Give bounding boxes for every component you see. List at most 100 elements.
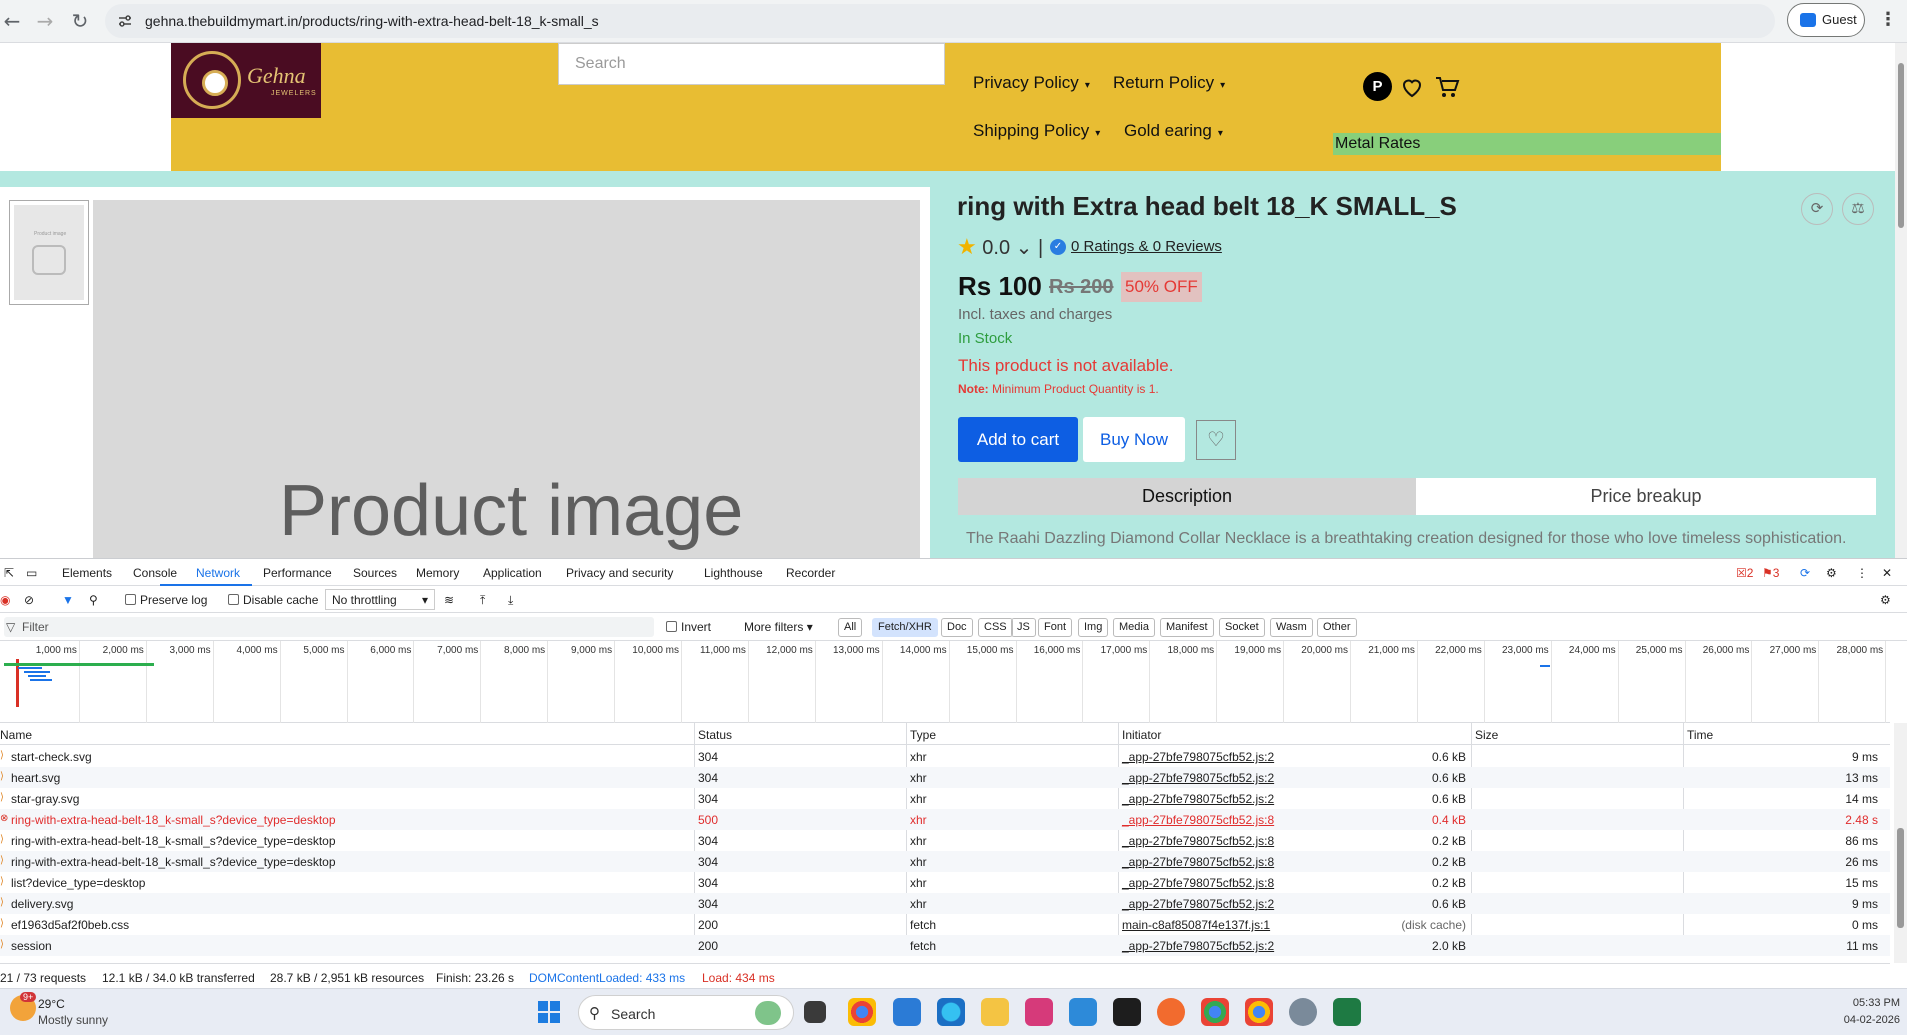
- request-initiator[interactable]: _app-27bfe798075cfb52.js:8: [1122, 855, 1274, 869]
- tab-console[interactable]: Console: [133, 566, 177, 580]
- profile-button[interactable]: Guest: [1787, 3, 1865, 37]
- filter-input[interactable]: ▽ Filter: [4, 617, 654, 637]
- tab-price-breakup[interactable]: Price breakup: [1416, 478, 1876, 515]
- address-bar[interactable]: gehna.thebuildmymart.in/products/ring-wi…: [105, 4, 1775, 38]
- preserve-log-checkbox[interactable]: Preserve log: [125, 593, 207, 607]
- clear-icon[interactable]: ⊘: [24, 593, 34, 607]
- request-row[interactable]: ⊗ ring-with-extra-head-belt-18_k-small_s?…: [0, 809, 1890, 830]
- browser-menu-icon[interactable]: ⋮: [1878, 9, 1898, 33]
- tab-memory[interactable]: Memory: [416, 566, 459, 580]
- filter-chip-img[interactable]: Img: [1078, 618, 1109, 637]
- product-rating[interactable]: ★ 0.0 ⌄ |: [957, 234, 1043, 260]
- tab-privacy-security[interactable]: Privacy and security: [566, 566, 673, 580]
- request-row[interactable]: ⟩ list?device_type=desktop 304 xhr _app-27bf…: [0, 872, 1890, 893]
- request-initiator[interactable]: _app-27bfe798075cfb52.js:8: [1122, 876, 1274, 890]
- compare-icon[interactable]: ⚖: [1842, 193, 1874, 225]
- request-row[interactable]: ⟩ heart.svg 304 xhr _app-27bfe798075cfb52.js…: [0, 767, 1890, 788]
- request-initiator[interactable]: _app-27bfe798075cfb52.js:8: [1122, 834, 1274, 848]
- wishlist-heart-icon[interactable]: [1400, 75, 1424, 99]
- chrome-profile-icon[interactable]: [1201, 998, 1229, 1026]
- request-row[interactable]: ⟩ ring-with-extra-head-belt-18_k-small_s?…: [0, 830, 1890, 851]
- network-timeline-overview[interactable]: 1,000 ms 2,000 ms 3,000 ms 4,000 ms 5,000 ms…: [0, 641, 1890, 723]
- checkbox[interactable]: [125, 594, 136, 605]
- vscode-icon[interactable]: [893, 998, 921, 1026]
- page-scrollbar[interactable]: [1895, 43, 1907, 558]
- task-view-icon[interactable]: [804, 1001, 826, 1023]
- issue-count[interactable]: ⚑3: [1762, 566, 1779, 580]
- filter-chip-manifest[interactable]: Manifest: [1160, 618, 1214, 637]
- site-search-input[interactable]: Search: [558, 43, 945, 85]
- weather-condition[interactable]: Mostly sunny: [38, 1013, 108, 1027]
- filter-chip-doc[interactable]: Doc: [941, 618, 973, 637]
- filter-chip-js[interactable]: JS: [1011, 618, 1036, 637]
- column-initiator[interactable]: Initiator: [1122, 728, 1161, 742]
- weather-temperature[interactable]: 29°C: [38, 997, 65, 1011]
- column-time[interactable]: Time: [1687, 728, 1713, 742]
- share-icon[interactable]: ⟳: [1801, 193, 1833, 225]
- disable-cache-checkbox[interactable]: Disable cache: [228, 593, 318, 607]
- tab-lighthouse[interactable]: Lighthouse: [704, 566, 763, 580]
- metal-rates-bar[interactable]: Metal Rates: [1333, 133, 1721, 155]
- taskbar-search[interactable]: ⚲ Search: [578, 995, 794, 1030]
- terminal-icon[interactable]: [1113, 998, 1141, 1026]
- cart-icon[interactable]: [1434, 74, 1460, 100]
- checkbox[interactable]: [228, 594, 239, 605]
- tab-network[interactable]: Network: [196, 566, 240, 580]
- network-settings-icon[interactable]: ⚙: [1880, 593, 1891, 607]
- inspect-icon[interactable]: ⇱: [4, 566, 14, 580]
- file-explorer-icon[interactable]: [981, 998, 1009, 1026]
- ratings-reviews-link[interactable]: 0 Ratings & 0 Reviews: [1071, 238, 1222, 255]
- close-icon[interactable]: ✕: [1882, 566, 1892, 580]
- sync-icon[interactable]: ⟳: [1800, 566, 1810, 580]
- import-har-icon[interactable]: ⤒: [480, 593, 485, 608]
- filter-chip-font[interactable]: Font: [1038, 618, 1073, 637]
- site-settings-icon[interactable]: [117, 13, 133, 29]
- edge-icon[interactable]: [937, 998, 965, 1026]
- request-initiator[interactable]: _app-27bfe798075cfb52.js:2: [1122, 750, 1274, 764]
- scrollbar-thumb[interactable]: [1898, 63, 1904, 228]
- checkbox[interactable]: [666, 621, 677, 632]
- windows-start-icon[interactable]: [537, 1000, 561, 1024]
- filter-chip-media[interactable]: Media: [1113, 618, 1155, 637]
- request-initiator[interactable]: main-c8af85087f4e137f.js:1: [1122, 918, 1270, 932]
- menu-shipping-policy[interactable]: Shipping Policy ▾: [973, 121, 1100, 141]
- tab-recorder[interactable]: Recorder: [786, 566, 835, 580]
- request-list-scrollbar[interactable]: [1894, 723, 1907, 963]
- column-status[interactable]: Status: [698, 728, 732, 742]
- request-initiator[interactable]: _app-27bfe798075cfb52.js:2: [1122, 897, 1274, 911]
- request-row[interactable]: ⟩ ring-with-extra-head-belt-18_k-small_s?…: [0, 851, 1890, 872]
- filter-chip-css[interactable]: CSS: [978, 618, 1013, 637]
- filter-chip-socket[interactable]: Socket: [1219, 618, 1265, 637]
- filter-chip-all[interactable]: All: [838, 618, 863, 637]
- chrome-icon[interactable]: [848, 998, 876, 1026]
- request-row[interactable]: ⟩ delivery.svg 304 xhr _app-27bfe798075cfb52…: [0, 893, 1890, 914]
- add-to-cart-button[interactable]: Add to cart: [958, 417, 1078, 462]
- device-toolbar-icon[interactable]: ▭: [26, 566, 37, 580]
- site-logo[interactable]: Gehna JEWELERS: [171, 43, 321, 118]
- invert-checkbox[interactable]: Invert: [666, 620, 711, 634]
- tab-sources[interactable]: Sources: [353, 566, 397, 580]
- throttling-select[interactable]: No throttling ▾: [325, 589, 435, 610]
- search-icon[interactable]: ⚲: [89, 593, 98, 607]
- record-stop-icon[interactable]: ◉: [0, 593, 10, 607]
- system-clock[interactable]: 05:33 PM 04-02-2026: [1800, 995, 1900, 1029]
- column-type[interactable]: Type: [910, 728, 936, 742]
- request-row[interactable]: ⟩ start-check.svg 304 xhr _app-27bfe798075cf…: [0, 746, 1890, 767]
- export-har-icon[interactable]: ⤓: [508, 593, 513, 608]
- tab-description[interactable]: Description: [958, 478, 1416, 515]
- filter-chip-other[interactable]: Other: [1317, 618, 1357, 637]
- column-name[interactable]: Name: [0, 728, 32, 742]
- weather-icon[interactable]: 9+: [10, 992, 37, 1021]
- notepad-icon[interactable]: [1069, 998, 1097, 1026]
- tab-performance[interactable]: Performance: [263, 566, 332, 580]
- request-row[interactable]: ⟩ session 200 fetch _app-27bfe798075cfb52.js…: [0, 935, 1890, 956]
- menu-privacy-policy[interactable]: Privacy Policy ▾: [973, 73, 1090, 93]
- scrollbar-thumb[interactable]: [1897, 828, 1904, 928]
- tab-application[interactable]: Application: [483, 566, 542, 580]
- column-size[interactable]: Size: [1475, 728, 1498, 742]
- more-filters-dropdown[interactable]: More filters ▾: [744, 620, 813, 634]
- network-conditions-icon[interactable]: ≋: [444, 593, 454, 607]
- tab-elements[interactable]: Elements: [62, 566, 112, 580]
- filter-chip-wasm[interactable]: Wasm: [1270, 618, 1313, 637]
- request-initiator[interactable]: _app-27bfe798075cfb52.js:2: [1122, 939, 1274, 953]
